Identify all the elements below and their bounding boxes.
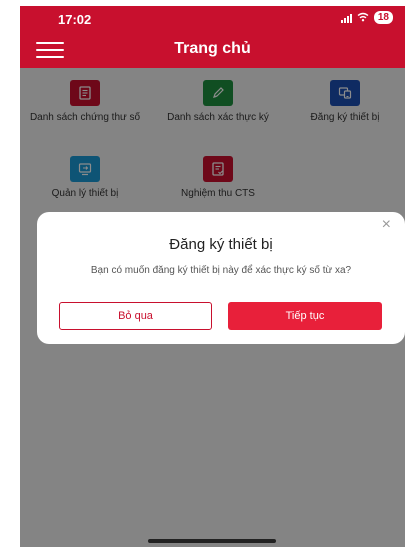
wifi-icon: [357, 12, 369, 24]
home-indicator[interactable]: [148, 539, 276, 543]
dialog-title: Đăng ký thiết bị: [169, 236, 273, 253]
page-title: Trang chủ: [174, 40, 251, 57]
app-header: 17:02 18 Trang chủ: [20, 6, 405, 68]
status-time: 17:02: [58, 12, 92, 27]
skip-button[interactable]: Bỏ qua: [59, 302, 212, 330]
close-icon[interactable]: ×: [382, 217, 391, 233]
continue-button[interactable]: Tiếp tục: [228, 302, 382, 330]
phone-screen: 17:02 18 Trang chủ Danh sách chứng thư s…: [20, 6, 405, 547]
signal-icon: [340, 13, 352, 23]
status-indicators: 18: [340, 11, 393, 24]
register-device-dialog: × Đăng ký thiết bị Bạn có muốn đăng ký t…: [37, 212, 405, 344]
dialog-message: Bạn có muốn đăng ký thiết bị này để xác …: [90, 265, 352, 276]
battery-badge: 18: [373, 11, 393, 24]
